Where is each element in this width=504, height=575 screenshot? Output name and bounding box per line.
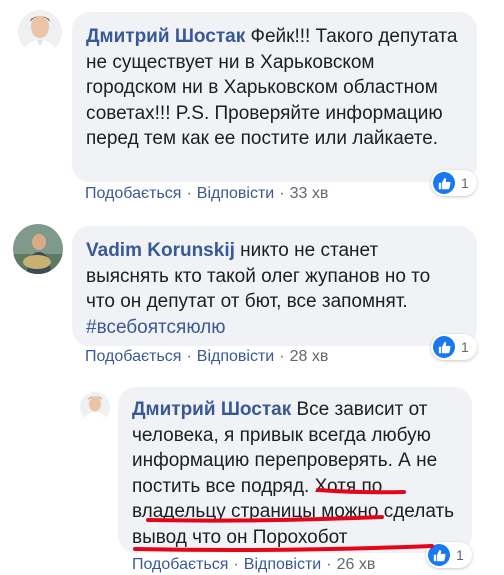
avatar-photo bbox=[13, 224, 63, 274]
hashtag-link[interactable]: #всебоятсяюлю bbox=[86, 317, 226, 338]
like-icon bbox=[428, 544, 450, 566]
separator-dot: · bbox=[279, 348, 285, 365]
comment-bubble: Дмитрий Шостак Все зависит от человека, … bbox=[118, 387, 472, 553]
reaction-badge[interactable]: 1 bbox=[426, 542, 472, 568]
comment-author[interactable]: Дмитрий Шостак bbox=[86, 26, 245, 47]
reaction-count: 1 bbox=[461, 175, 469, 191]
separator-dot: · bbox=[279, 185, 285, 202]
comment-actions: Подобається · Відповісти · 33 хв bbox=[85, 185, 328, 203]
like-link[interactable]: Подобається bbox=[132, 556, 228, 573]
separator-dot: · bbox=[186, 185, 192, 202]
comment-time[interactable]: 33 хв bbox=[290, 185, 329, 202]
like-link[interactable]: Подобається bbox=[85, 185, 181, 202]
like-icon bbox=[433, 172, 455, 194]
reaction-badge[interactable]: 1 bbox=[431, 334, 477, 360]
comment-time[interactable]: 26 хв bbox=[337, 556, 376, 573]
like-link[interactable]: Подобається bbox=[85, 348, 181, 365]
separator-dot: · bbox=[326, 556, 332, 573]
separator-dot: · bbox=[186, 348, 192, 365]
reply-link[interactable]: Відповісти bbox=[244, 556, 321, 573]
comment-author[interactable]: Дмитрий Шостак bbox=[132, 399, 291, 420]
comment-text: Все зависит от человека, я привык всегда… bbox=[132, 399, 455, 548]
reaction-badge[interactable]: 1 bbox=[431, 170, 477, 196]
avatar[interactable] bbox=[18, 10, 62, 54]
avatar[interactable] bbox=[13, 224, 63, 274]
separator-dot: · bbox=[233, 556, 239, 573]
comment-author[interactable]: Vadim Korunskij bbox=[86, 240, 235, 261]
avatar-photo bbox=[80, 392, 110, 422]
reaction-count: 1 bbox=[456, 547, 464, 563]
reply-link[interactable]: Відповісти bbox=[197, 348, 274, 365]
comment-time[interactable]: 28 хв bbox=[290, 348, 329, 365]
reply-link[interactable]: Відповісти bbox=[197, 185, 274, 202]
like-icon bbox=[433, 336, 455, 358]
comment-actions: Подобається · Відповісти · 28 хв bbox=[85, 348, 328, 366]
avatar-photo bbox=[18, 10, 62, 54]
comment-bubble: Vadim Korunskij никто не станет выяснять… bbox=[72, 226, 477, 346]
comment-bubble: Дмитрий Шостак Фейк!!! Такого депутата н… bbox=[72, 12, 477, 182]
avatar[interactable] bbox=[80, 392, 110, 422]
comment-actions: Подобається · Відповісти · 26 хв bbox=[132, 556, 375, 574]
reaction-count: 1 bbox=[461, 339, 469, 355]
